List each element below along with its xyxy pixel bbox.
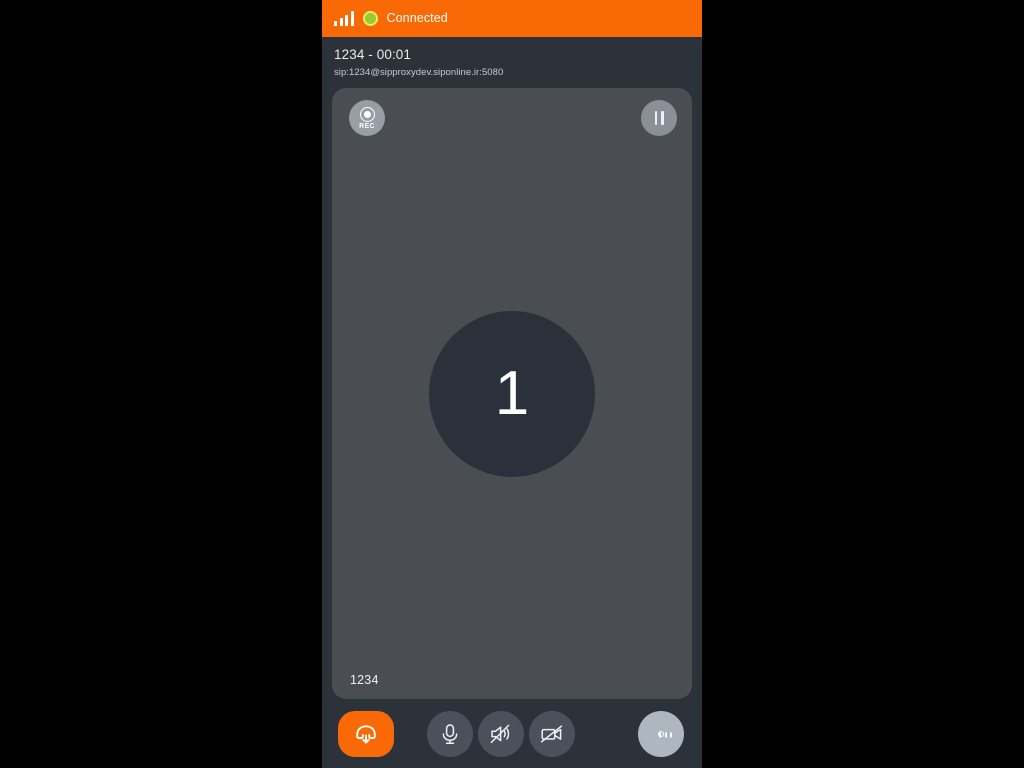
more-options-button[interactable] bbox=[638, 710, 684, 757]
record-button-label: REC bbox=[359, 122, 375, 130]
speaker-muted-icon bbox=[489, 723, 513, 745]
call-sip-uri: sip:1234@sipproxydev.siponline.ir:5080 bbox=[334, 66, 504, 78]
call-control-bar bbox=[322, 699, 702, 768]
call-title: 1234 - 00:01 bbox=[334, 47, 412, 62]
pause-button[interactable] bbox=[641, 100, 677, 137]
three-dots-icon bbox=[658, 730, 672, 738]
record-button[interactable]: REC bbox=[349, 100, 385, 137]
pause-icon bbox=[654, 111, 657, 126]
status-bar: Connected bbox=[322, 0, 702, 37]
participant-name: 1234 bbox=[350, 673, 379, 688]
camera-off-icon bbox=[539, 723, 565, 745]
camera-button[interactable] bbox=[529, 710, 575, 757]
microphone-button[interactable] bbox=[427, 710, 473, 757]
record-dot-icon bbox=[359, 106, 375, 122]
phone-hangup-icon bbox=[353, 722, 379, 746]
hangup-button[interactable] bbox=[338, 710, 394, 757]
speaker-button[interactable] bbox=[478, 710, 524, 757]
avatar-initial: 1 bbox=[494, 358, 530, 428]
connection-status-label: Connected bbox=[386, 11, 448, 26]
signal-bars-icon bbox=[334, 11, 354, 26]
video-stage[interactable]: REC 1 1234 bbox=[332, 88, 692, 700]
call-header: 1234 - 00:01 sip:1234@sipproxydev.siponl… bbox=[322, 37, 702, 89]
call-screen: Connected 1234 - 00:01 sip:1234@sipproxy… bbox=[322, 0, 702, 768]
microphone-icon bbox=[439, 722, 461, 746]
avatar: 1 bbox=[429, 310, 595, 477]
connection-status-indicator bbox=[362, 11, 378, 26]
